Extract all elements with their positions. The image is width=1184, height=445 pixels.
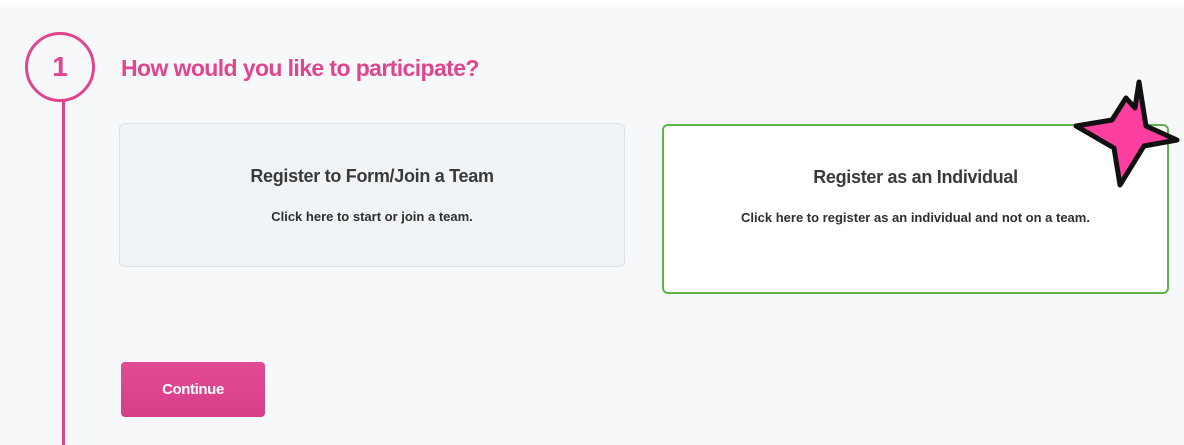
step-title: How would you like to participate? [121,55,479,81]
option-description-individual: Click here to register as an individual … [741,210,1090,225]
star-icon [1073,79,1180,188]
step-progress-line [62,96,65,445]
step-number-badge: 1 [25,32,95,102]
continue-button[interactable]: Continue [121,362,265,417]
option-description-team: Click here to start or join a team. [271,209,473,224]
option-card-team[interactable]: Register to Form/Join a Team Click here … [119,123,625,267]
registration-step: 1 How would you like to participate? Reg… [0,0,1184,445]
option-title-team: Register to Form/Join a Team [250,166,494,186]
